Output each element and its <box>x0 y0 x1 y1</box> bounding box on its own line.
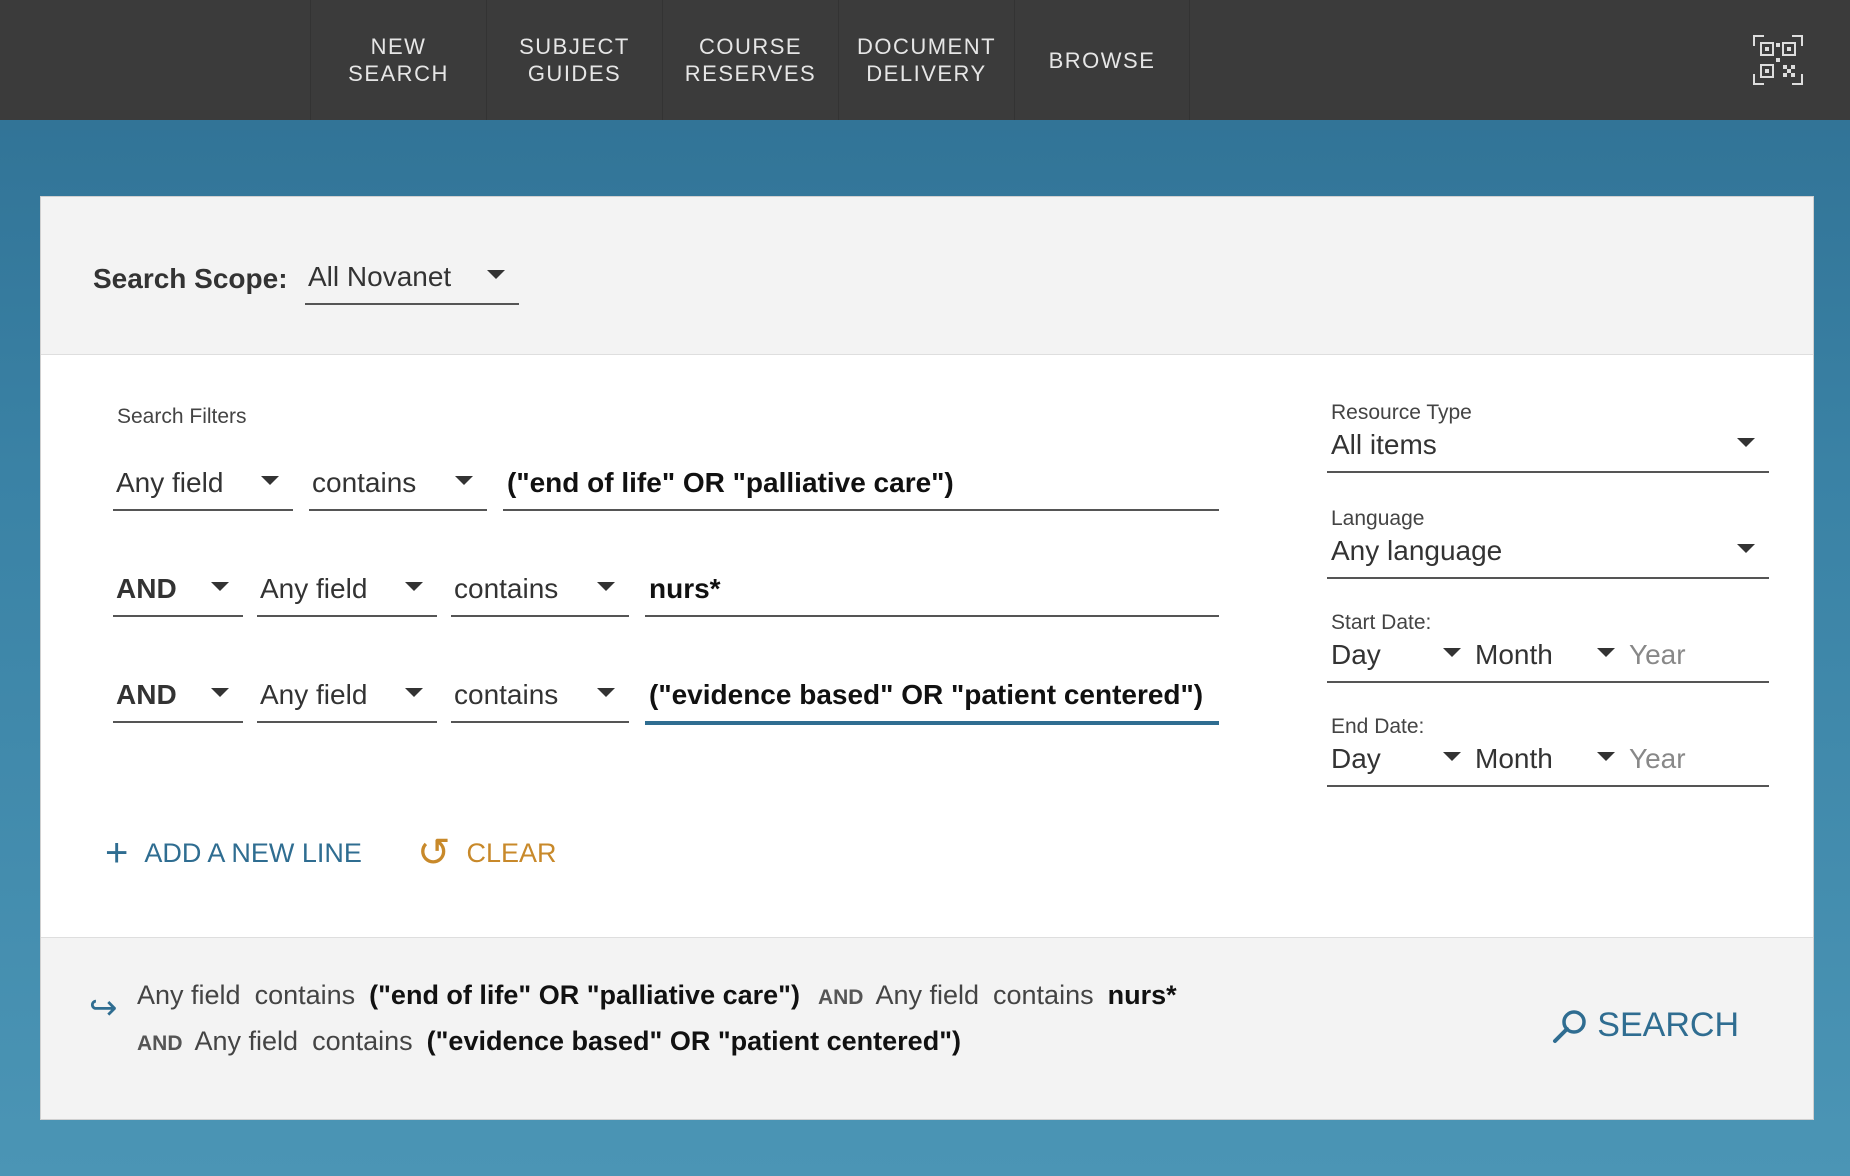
chevron-down-icon <box>211 582 229 591</box>
end-date-fields: Day Month Year <box>1327 737 1769 787</box>
reset-icon: ↺ <box>417 831 451 875</box>
main-nav: NEW SEARCH SUBJECT GUIDES COURSE RESERVE… <box>310 0 1190 120</box>
start-date-fields: Day Month Year <box>1327 633 1769 683</box>
nav-subject-guides[interactable]: SUBJECT GUIDES <box>486 0 662 120</box>
condition-select-row-1[interactable]: contains <box>309 445 487 511</box>
chevron-down-icon <box>1737 544 1755 553</box>
query-summary: ↪ Any field contains ("end of life" OR "… <box>41 937 1813 1119</box>
advanced-search-panel: Search Scope: All Novanet Search Filters… <box>40 196 1814 1120</box>
chevron-down-icon <box>1443 648 1461 657</box>
chevron-down-icon <box>597 688 615 697</box>
magnifier-icon <box>1553 1009 1587 1043</box>
start-date-month-select[interactable]: Month <box>1471 633 1625 681</box>
operator-select-row-3[interactable]: AND <box>113 657 243 723</box>
condition-select-row-3[interactable]: contains <box>451 657 629 723</box>
search-term-input-row-2[interactable]: nurs* <box>645 551 1219 617</box>
start-date-day-select[interactable]: Day <box>1327 633 1471 681</box>
search-term-input-row-1[interactable]: ("end of life" OR "palliative care") <box>503 445 1219 511</box>
nav-new-search[interactable]: NEW SEARCH <box>310 0 486 120</box>
search-button[interactable]: SEARCH <box>1551 1006 1739 1045</box>
search-term-input-row-3[interactable]: ("evidence based" OR "patient centered") <box>645 657 1219 725</box>
start-date-year-input[interactable]: Year <box>1625 633 1769 681</box>
search-scope-select[interactable]: All Novanet <box>305 241 519 305</box>
condition-select-row-2[interactable]: contains <box>451 551 629 617</box>
chevron-down-icon <box>211 688 229 697</box>
chevron-down-icon <box>487 270 505 279</box>
end-date-day-select[interactable]: Day <box>1327 737 1471 785</box>
nav-browse[interactable]: BROWSE <box>1014 0 1190 120</box>
field-select-row-2[interactable]: Any field <box>257 551 437 617</box>
chevron-down-icon <box>1737 438 1755 447</box>
query-summary-line-1: Any field contains ("end of life" OR "pa… <box>137 980 1177 1010</box>
chevron-down-icon <box>405 582 423 591</box>
nav-course-reserves[interactable]: COURSE RESERVES <box>662 0 838 120</box>
operator-select-row-2[interactable]: AND <box>113 551 243 617</box>
chevron-down-icon <box>261 476 279 485</box>
chevron-down-icon <box>455 476 473 485</box>
add-new-line-button[interactable]: + ADD A NEW LINE <box>105 833 362 873</box>
search-filters-label: Search Filters <box>117 405 247 428</box>
resource-type-label: Resource Type <box>1331 401 1472 424</box>
resource-type-select[interactable]: All items <box>1327 423 1769 473</box>
start-date-label: Start Date: <box>1331 611 1432 634</box>
language-select[interactable]: Any language <box>1327 529 1769 579</box>
return-arrow-icon: ↪ <box>89 989 118 1027</box>
query-summary-line-2: AND Any field contains ("evidence based"… <box>137 1026 961 1056</box>
chevron-down-icon <box>1597 752 1615 761</box>
chevron-down-icon <box>597 582 615 591</box>
plus-icon: + <box>105 831 129 875</box>
nav-document-delivery[interactable]: DOCUMENT DELIVERY <box>838 0 1014 120</box>
qr-code-icon[interactable] <box>1752 34 1804 86</box>
chevron-down-icon <box>1597 648 1615 657</box>
field-select-row-1[interactable]: Any field <box>113 445 293 511</box>
chevron-down-icon <box>1443 752 1461 761</box>
chevron-down-icon <box>405 688 423 697</box>
end-date-label: End Date: <box>1331 715 1425 738</box>
end-date-year-input[interactable]: Year <box>1625 737 1769 785</box>
search-scope-bar: Search Scope: All Novanet <box>41 197 1813 355</box>
language-label: Language <box>1331 507 1425 530</box>
search-scope-label: Search Scope: <box>93 263 288 294</box>
top-navigation-bar: NEW SEARCH SUBJECT GUIDES COURSE RESERVE… <box>0 0 1850 120</box>
end-date-month-select[interactable]: Month <box>1471 737 1625 785</box>
clear-button[interactable]: ↺ CLEAR <box>417 833 557 873</box>
field-select-row-3[interactable]: Any field <box>257 657 437 723</box>
